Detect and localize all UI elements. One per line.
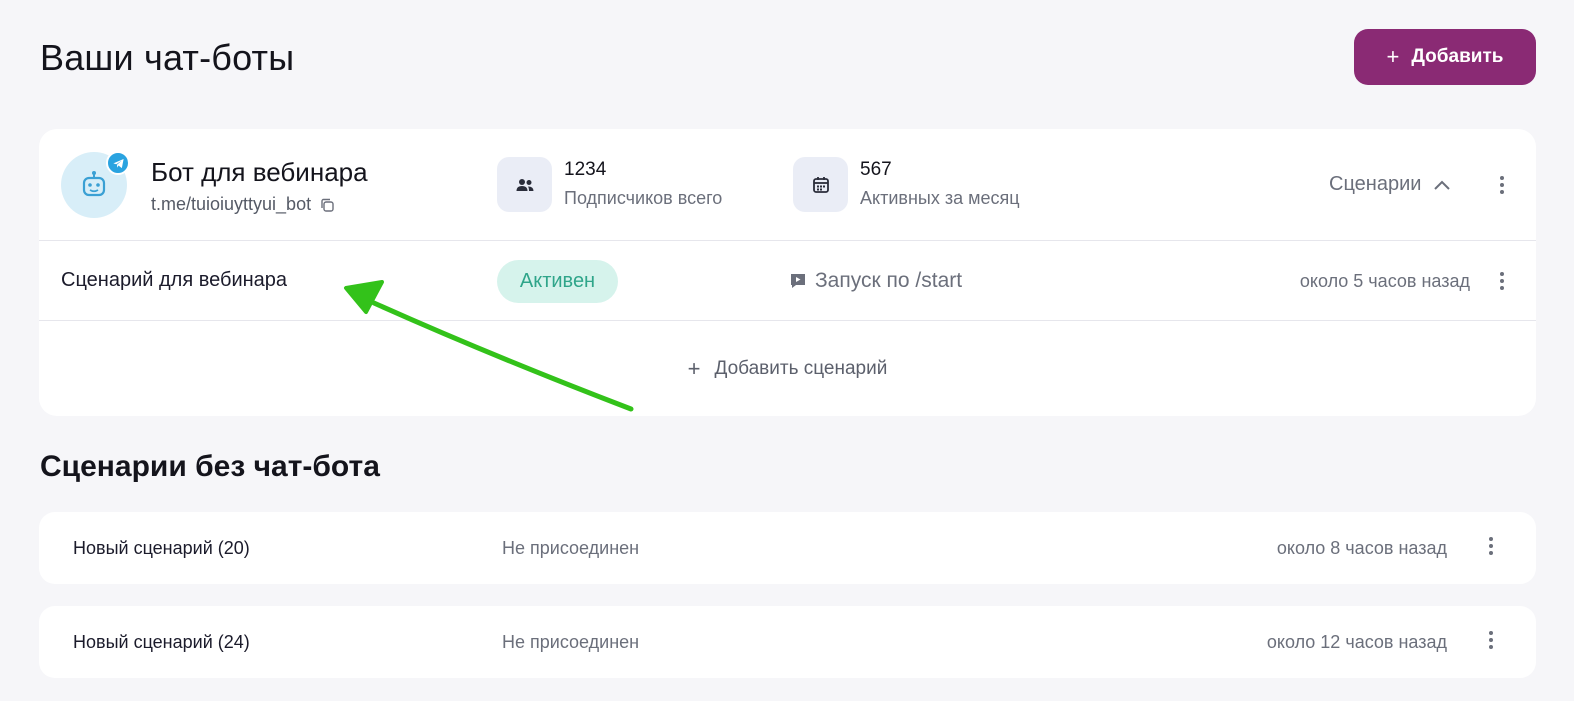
list-item-more-icon[interactable] bbox=[1481, 628, 1501, 652]
copy-icon[interactable] bbox=[319, 197, 335, 213]
users-icon bbox=[516, 178, 533, 191]
bot-header: Бот для вебинара t.me/tuioiuyttyui_bot 1… bbox=[39, 129, 1536, 241]
list-item-status: Не присоединен bbox=[502, 632, 640, 652]
bot-link-text[interactable]: t.me/tuioiuyttyui_bot bbox=[151, 194, 311, 215]
subscribers-stat-icon bbox=[497, 157, 552, 212]
list-item-name[interactable]: Новый сценарий (24) bbox=[73, 632, 250, 653]
chevron-up-icon bbox=[1434, 180, 1451, 190]
scenario-more-icon[interactable] bbox=[1492, 269, 1512, 293]
list-item[interactable]: Новый сценарий (24) Не присоединен около… bbox=[39, 606, 1536, 678]
list-item-more-icon[interactable] bbox=[1481, 534, 1501, 558]
bot-card: Бот для вебинара t.me/tuioiuyttyui_bot 1… bbox=[39, 129, 1536, 416]
active-stat-icon bbox=[793, 157, 848, 212]
page-title: Ваши чат-боты bbox=[40, 37, 295, 78]
scenario-row[interactable]: Сценарий для вебинара Активен Запуск по … bbox=[39, 241, 1536, 321]
launch-trigger-text: Запуск по /start bbox=[815, 269, 963, 292]
subscribers-count: 1234 bbox=[564, 159, 607, 180]
status-badge: Активен bbox=[497, 260, 618, 303]
section-title: Сценарии без чат-бота bbox=[40, 450, 380, 483]
list-item[interactable]: Новый сценарий (20) Не присоединен около… bbox=[39, 512, 1536, 584]
add-bot-button[interactable]: + Добавить bbox=[1354, 29, 1536, 85]
scenarios-toggle-label: Сценарии bbox=[1329, 173, 1422, 195]
active-label: Активных за месяц bbox=[860, 188, 1020, 208]
add-scenario-label: Добавить сценарий bbox=[714, 357, 888, 379]
plus-icon: + bbox=[687, 355, 701, 381]
play-icon bbox=[791, 274, 805, 288]
page: Ваши чат-боты + Добавить Бот для вебинар… bbox=[0, 0, 1574, 701]
calendar-icon bbox=[812, 176, 829, 193]
bot-more-icon[interactable] bbox=[1492, 173, 1512, 197]
list-item-name[interactable]: Новый сценарий (20) bbox=[73, 538, 250, 559]
list-item-time: около 8 часов назад bbox=[1276, 538, 1447, 558]
add-bot-button-label: Добавить bbox=[1411, 46, 1504, 67]
active-count: 567 bbox=[860, 159, 892, 180]
launch-trigger: Запуск по /start bbox=[789, 269, 962, 293]
robot-icon bbox=[82, 171, 106, 197]
list-item-time: около 12 часов назад bbox=[1266, 632, 1447, 652]
scenarios-toggle[interactable]: Сценарии bbox=[1329, 173, 1451, 196]
scenario-time: около 5 часов назад bbox=[1299, 271, 1470, 291]
add-scenario-button[interactable]: + Добавить сценарий bbox=[39, 321, 1536, 416]
plus-icon: + bbox=[1386, 44, 1400, 69]
scenario-name[interactable]: Сценарий для вебинара bbox=[61, 269, 287, 292]
telegram-icon bbox=[106, 151, 130, 175]
bot-name: Бот для вебинара bbox=[151, 157, 368, 187]
list-item-status: Не присоединен bbox=[502, 538, 640, 558]
subscribers-label: Подписчиков всего bbox=[564, 188, 723, 208]
bot-link: t.me/tuioiuyttyui_bot bbox=[151, 194, 335, 215]
